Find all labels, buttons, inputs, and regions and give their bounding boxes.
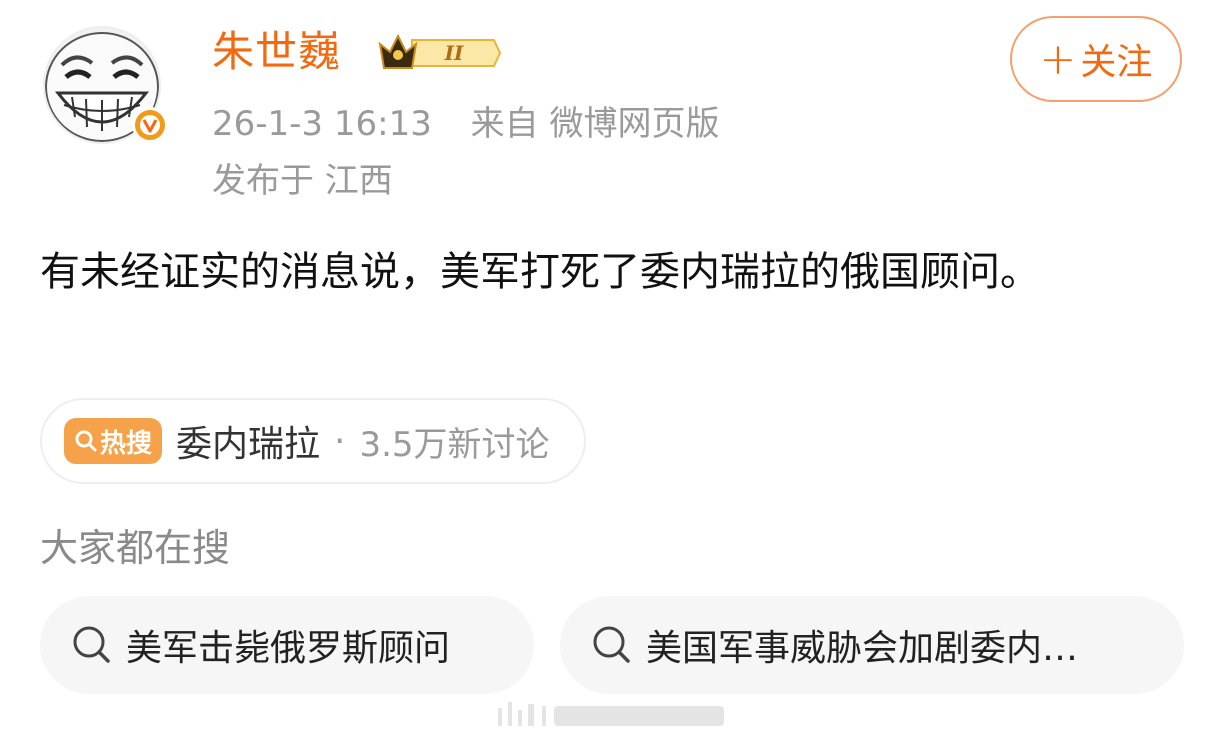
crown-badge-icon: II (378, 33, 502, 69)
search-icon (593, 626, 630, 663)
user-name[interactable]: 朱世巍 (212, 26, 341, 78)
level-badge-text: II (444, 41, 464, 65)
hot-search-tag-label: 热搜 (100, 428, 153, 459)
related-search-chip[interactable]: 美国军事威胁会加剧委内… (560, 596, 1184, 694)
avatar-image (43, 26, 168, 144)
post-location: 发布于 江西 (212, 161, 393, 201)
plus-icon: + (1039, 33, 1077, 85)
search-icon (75, 430, 97, 452)
verified-icon (132, 107, 168, 143)
related-search-label: 美军击毙俄罗斯顾问 (126, 628, 451, 669)
avatar[interactable] (42, 25, 170, 145)
related-search-label: 美国军事威胁会加剧委内… (646, 628, 1079, 669)
hot-search-tag: 热搜 (64, 418, 163, 464)
post-source: 来自 微博网页版 (470, 104, 720, 144)
hot-search-count: 3.5万新讨论 (359, 424, 550, 465)
related-search-chip[interactable]: 美军击毙俄罗斯顾问 (40, 596, 534, 694)
follow-button[interactable]: + 关注 (1010, 16, 1182, 102)
post-text: 有未经证实的消息说，美军打死了委内瑞拉的俄国顾问。 (40, 249, 1040, 295)
post-timestamp[interactable]: 26-1-3 16:13 (212, 104, 432, 144)
hot-search-topic[interactable]: 热搜 委内瑞拉 · 3.5万新讨论 (40, 398, 586, 484)
related-searches-title: 大家都在搜 (40, 526, 231, 570)
post-meta: 26-1-3 16:13 来自 微博网页版 (212, 100, 719, 148)
follow-label: 关注 (1080, 42, 1153, 83)
level-badge[interactable]: II (376, 30, 502, 76)
hot-search-title: 委内瑞拉 (176, 424, 321, 465)
hot-search-separator: · (334, 420, 346, 462)
watermark-icon (498, 702, 724, 726)
search-icon (73, 626, 110, 663)
